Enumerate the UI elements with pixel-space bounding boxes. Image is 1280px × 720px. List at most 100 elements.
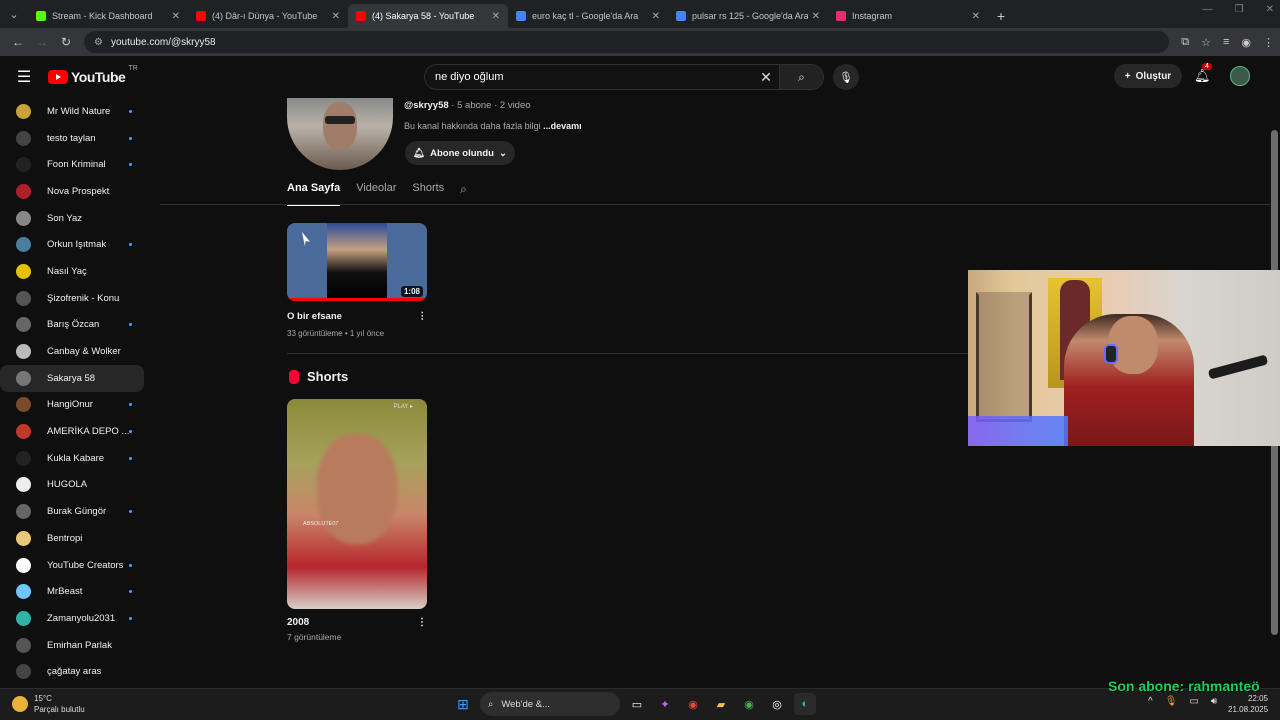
weather-widget[interactable]: 15°C Parçalı bulutlu	[12, 693, 85, 715]
sidebar-subscription-item[interactable]: Burak Güngör	[0, 498, 144, 525]
taskbar-search[interactable]: ⌕ Web'de &...	[480, 692, 620, 716]
maximize-icon[interactable]: ❐	[1235, 4, 1244, 15]
edge-icon[interactable]: ◐	[794, 693, 816, 715]
sidebar-subscription-item[interactable]: çağatay aras	[0, 658, 144, 685]
sidebar-subscription-item[interactable]: Zamanyolu2031	[0, 605, 144, 632]
channel-avatar-icon	[16, 370, 31, 386]
video-duration: 1:08	[400, 286, 423, 297]
sidebar-subscription-item[interactable]: Sakarya 58	[0, 364, 144, 392]
youtube-logo[interactable]: YouTube TR	[48, 65, 138, 85]
sidebar-subscription-item[interactable]: Emirhan Parlak	[0, 632, 144, 659]
channel-description[interactable]: Bu kanal hakkında daha fazla bilgi ...de…	[404, 121, 582, 131]
sidebar-subscription-item[interactable]: Foon Kriminal	[0, 151, 144, 178]
close-window-icon[interactable]: ✕	[1266, 4, 1274, 15]
sidebar-subscription-item[interactable]: Son Yaz	[0, 205, 144, 232]
channel-avatar[interactable]	[287, 98, 393, 170]
subscribed-button[interactable]: 🔔︎ Abone olundu ⌄	[405, 141, 515, 165]
sidebar-subscription-item[interactable]: testo taylan	[0, 125, 144, 152]
display-icon[interactable]: ▭	[1189, 696, 1198, 707]
more-actions-icon[interactable]: ⋮	[418, 311, 428, 322]
notifications-button[interactable]: 🔔︎ 4	[1194, 63, 1212, 84]
short-thumbnail[interactable]: PLAY ▸ ABSOLUTE07	[287, 399, 427, 609]
forward-icon[interactable]: →	[30, 35, 54, 49]
search-input[interactable]: ne diyo oğlum	[425, 71, 753, 83]
browser-tab[interactable]: pulsar rs 125 - Google'da Ara ✕	[668, 4, 828, 28]
install-app-icon[interactable]: ⧉	[1181, 36, 1189, 49]
sidebar-subscription-item[interactable]: AMERİKA DEPO ...	[0, 418, 144, 445]
close-tab-icon[interactable]: ✕	[652, 11, 660, 22]
sidebar-subscription-item[interactable]: YouTube Creators	[0, 552, 144, 579]
reload-icon[interactable]: ↻	[54, 35, 78, 49]
account-avatar[interactable]	[1230, 66, 1250, 86]
sidebar-subscription-item[interactable]: MrBeast	[0, 578, 144, 605]
media-controls-icon[interactable]: ≡	[1223, 36, 1229, 48]
volume-icon[interactable]: 🔊︎	[1211, 696, 1217, 707]
webcam-overlay	[968, 270, 1280, 446]
site-info-icon[interactable]: ⚙	[94, 37, 103, 48]
close-tab-icon[interactable]: ✕	[812, 11, 820, 22]
channel-avatar-icon	[16, 344, 31, 360]
browser-tab[interactable]: Instagram ✕	[828, 4, 988, 28]
sidebar-subscription-item[interactable]: Barış Özcan	[0, 312, 144, 339]
sidebar-subscription-item[interactable]: Şizofrenik - Konu	[0, 285, 144, 312]
windows-start-icon[interactable]: ⊞	[452, 693, 474, 715]
sidebar-subscription-item[interactable]: Canbay & Wolker	[0, 338, 144, 365]
new-tab-button[interactable]: +	[988, 4, 1014, 28]
more-link[interactable]: ...devamı	[543, 121, 582, 131]
obs-icon[interactable]: ◎	[766, 693, 788, 715]
address-bar[interactable]: ⚙ youtube.com/@skryy58	[84, 31, 1170, 53]
profile-icon[interactable]: ◉	[1241, 36, 1251, 49]
new-content-dot	[129, 430, 132, 434]
new-content-dot	[129, 510, 132, 514]
sidebar-subscription-item[interactable]: HUGOLA	[0, 472, 144, 499]
close-tab-icon[interactable]: ✕	[332, 11, 340, 22]
more-actions-icon[interactable]: ⋮	[417, 617, 427, 628]
microphone-icon[interactable]: 🎙	[1165, 696, 1178, 707]
chrome-profile-icon[interactable]: ◉	[738, 693, 760, 715]
guide-menu-icon[interactable]: ☰	[0, 67, 48, 87]
channel-avatar-icon	[16, 317, 31, 333]
short-card[interactable]: PLAY ▸ ABSOLUTE07 2008 ⋮ 7 görüntüleme	[287, 399, 427, 642]
sidebar-subscription-item[interactable]: HangiOnur	[0, 392, 144, 419]
browser-menu-icon[interactable]: ⋮	[1263, 36, 1274, 49]
channel-avatar-icon	[16, 637, 31, 653]
copilot-icon[interactable]: ✦	[654, 693, 676, 715]
browser-tab[interactable]: (4) Dâr-ı Dünya - YouTube ✕	[188, 4, 348, 28]
minimize-icon[interactable]: —	[1203, 4, 1213, 15]
create-button[interactable]: + Oluştur	[1114, 64, 1182, 88]
close-tab-icon[interactable]: ✕	[972, 11, 980, 22]
subscription-label: HangiOnur	[47, 399, 93, 411]
subscription-label: MrBeast	[47, 586, 83, 598]
clear-search-icon[interactable]: ✕	[753, 69, 779, 86]
close-tab-icon[interactable]: ✕	[172, 11, 180, 22]
channel-avatar-icon	[16, 290, 31, 306]
video-thumbnail[interactable]: 1:08	[287, 223, 427, 301]
browser-tab[interactable]: (4) Sakarya 58 - YouTube ✕	[348, 4, 508, 28]
short-title[interactable]: 2008	[287, 617, 309, 628]
file-explorer-icon[interactable]: ▰	[710, 693, 732, 715]
channel-avatar-icon	[16, 397, 31, 413]
sidebar-subscription-item[interactable]: Nasıl Yaç	[0, 258, 144, 285]
voice-search-button[interactable]: 🎙	[833, 64, 859, 90]
clock[interactable]: 22:05 21.08.2025	[1228, 693, 1268, 715]
back-icon[interactable]: ←	[6, 35, 30, 49]
close-tab-icon[interactable]: ✕	[492, 11, 500, 22]
sidebar-subscription-item[interactable]: Kukla Kabare	[0, 445, 144, 472]
search-button[interactable]: ⌕	[779, 65, 823, 89]
sidebar-subscription-item[interactable]: Nova Prospekt	[0, 178, 144, 205]
tab-home[interactable]: Ana Sayfa	[287, 182, 341, 206]
browser-tab[interactable]: euro kaç tl - Google'da Ara ✕	[508, 4, 668, 28]
video-title[interactable]: O bir efsane	[287, 311, 342, 322]
sidebar-subscription-item[interactable]: Mr Wild Nature	[0, 98, 144, 125]
sidebar-subscription-item[interactable]: Bentropi	[0, 525, 144, 552]
task-view-icon[interactable]: ▭	[626, 693, 648, 715]
channel-search-icon[interactable]: ⌕	[460, 182, 467, 206]
tab-videos[interactable]: Videolar	[356, 182, 396, 206]
sidebar-subscription-item[interactable]: Orkun Işıtmak	[0, 231, 144, 258]
tab-shorts[interactable]: Shorts	[412, 182, 444, 206]
chrome-icon[interactable]: ◉	[682, 693, 704, 715]
browser-tab[interactable]: Stream - Kick Dashboard ✕	[28, 4, 188, 28]
tray-chevron-icon[interactable]: ^	[1148, 696, 1153, 707]
tab-search-menu-icon[interactable]: ⌄	[0, 0, 28, 28]
bookmark-star-icon[interactable]: ☆	[1201, 36, 1211, 49]
